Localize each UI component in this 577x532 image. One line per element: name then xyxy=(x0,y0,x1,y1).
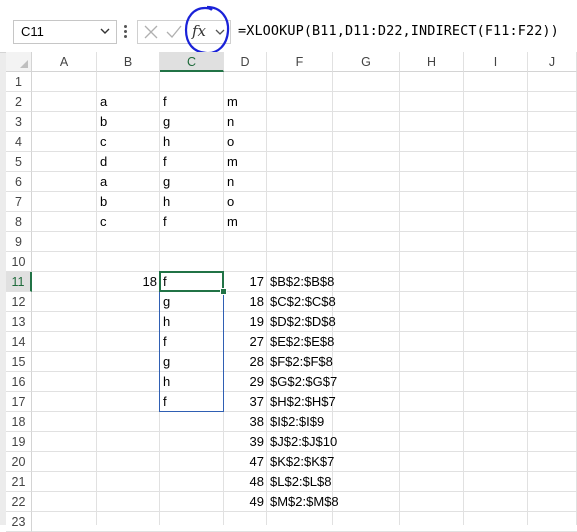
cell-d5[interactable]: m xyxy=(224,152,270,172)
cell-d4[interactable]: o xyxy=(224,132,270,152)
cell-f14[interactable]: $E$2:$E$8 xyxy=(267,332,336,352)
row-header-12[interactable]: 12 xyxy=(6,292,32,312)
cell-d14[interactable]: 27 xyxy=(224,332,267,352)
column-header-i[interactable]: I xyxy=(464,52,528,72)
cell-f12[interactable]: $C$2:$C$8 xyxy=(267,292,336,312)
cell-c6[interactable]: g xyxy=(160,172,227,192)
cell-d17[interactable]: 37 xyxy=(224,392,267,412)
cell-d8[interactable]: m xyxy=(224,212,270,232)
gridline xyxy=(527,72,528,525)
cell-d18[interactable]: 38 xyxy=(224,412,267,432)
cell-d6[interactable]: n xyxy=(224,172,270,192)
column-header-a[interactable]: A xyxy=(32,52,97,72)
row-header-3[interactable]: 3 xyxy=(6,112,32,132)
row-header-16[interactable]: 16 xyxy=(6,372,32,392)
cell-b6[interactable]: a xyxy=(97,172,163,192)
cell-d13[interactable]: 19 xyxy=(224,312,267,332)
cell-d19[interactable]: 39 xyxy=(224,432,267,452)
row-header-14[interactable]: 14 xyxy=(6,332,32,352)
cell-f21[interactable]: $L$2:$L$8 xyxy=(267,472,336,492)
row-header-10[interactable]: 10 xyxy=(6,252,32,272)
cell-f18[interactable]: $I$2:$I$9 xyxy=(267,412,336,432)
cell-b7[interactable]: b xyxy=(97,192,163,212)
cell-b4[interactable]: c xyxy=(97,132,163,152)
cell-f20[interactable]: $K$2:$K$7 xyxy=(267,452,336,472)
row-header-22[interactable]: 22 xyxy=(6,492,32,512)
cell-d16[interactable]: 29 xyxy=(224,372,267,392)
cell-b2[interactable]: a xyxy=(97,92,163,112)
cell-d12[interactable]: 18 xyxy=(224,292,267,312)
row-header-2[interactable]: 2 xyxy=(6,92,32,112)
row-header-20[interactable]: 20 xyxy=(6,452,32,472)
row-header-18[interactable]: 18 xyxy=(6,412,32,432)
fill-handle[interactable] xyxy=(220,288,227,295)
gridline xyxy=(399,72,400,525)
enter-check-icon[interactable] xyxy=(166,25,182,39)
formula-bar: C11 fx =XLOOKUP(B11,D11:D22,INDIRECT(F11… xyxy=(0,0,577,55)
cell-f22[interactable]: $M$2:$M$8 xyxy=(267,492,339,512)
cell-f19[interactable]: $J$2:$J$10 xyxy=(267,432,337,452)
cell-f11[interactable]: $B$2:$B$8 xyxy=(267,272,336,292)
cell-c4[interactable]: h xyxy=(160,132,227,152)
row-header-5[interactable]: 5 xyxy=(6,152,32,172)
row-header-15[interactable]: 15 xyxy=(6,352,32,372)
cell-d21[interactable]: 48 xyxy=(224,472,267,492)
cancel-icon[interactable] xyxy=(144,25,158,39)
cell-c8[interactable]: f xyxy=(160,212,227,232)
cell-d22[interactable]: 49 xyxy=(224,492,267,512)
cell-f17[interactable]: $H$2:$H$7 xyxy=(267,392,336,412)
chevron-down-icon[interactable] xyxy=(100,28,110,35)
cell-d7[interactable]: o xyxy=(224,192,270,212)
select-all-button[interactable] xyxy=(6,52,32,72)
column-header-c[interactable]: C xyxy=(160,52,224,72)
row-header-8[interactable]: 8 xyxy=(6,212,32,232)
cell-b5[interactable]: d xyxy=(97,152,163,172)
cell-d11[interactable]: 17 xyxy=(224,272,267,292)
cell-d15[interactable]: 28 xyxy=(224,352,267,372)
cell-d20[interactable]: 47 xyxy=(224,452,267,472)
row-header-17[interactable]: 17 xyxy=(6,392,32,412)
cell-c3[interactable]: g xyxy=(160,112,227,132)
cell-b3[interactable]: b xyxy=(97,112,163,132)
cell-f15[interactable]: $F$2:$F$8 xyxy=(267,352,336,372)
gridline xyxy=(463,72,464,525)
row-header-19[interactable]: 19 xyxy=(6,432,32,452)
cell-b8[interactable]: c xyxy=(97,212,163,232)
spreadsheet-grid: A B C D F G H I J 1 2 3 4 5 6 7 8 9 10 11 12 13 14 15 16 17 18 19 20… xyxy=(6,52,577,532)
name-box-value: C11 xyxy=(21,24,44,39)
cell-c5[interactable]: f xyxy=(160,152,227,172)
name-box[interactable]: C11 xyxy=(13,20,117,44)
row-header-6[interactable]: 6 xyxy=(6,172,32,192)
row-header-23[interactable]: 23 xyxy=(6,512,32,532)
column-header-f[interactable]: F xyxy=(267,52,333,72)
cell-b11[interactable]: 18 xyxy=(97,272,160,292)
cell-c2[interactable]: f xyxy=(160,92,227,112)
cell-c7[interactable]: h xyxy=(160,192,227,212)
row-header-21[interactable]: 21 xyxy=(6,472,32,492)
cell-d3[interactable]: n xyxy=(224,112,270,132)
active-cell-border xyxy=(159,271,224,292)
row-header-1[interactable]: 1 xyxy=(6,72,32,92)
column-header-h[interactable]: H xyxy=(400,52,464,72)
column-header-j[interactable]: J xyxy=(528,52,577,72)
formula-input[interactable]: =XLOOKUP(B11,D11:D22,INDIRECT(F11:F22)) xyxy=(238,23,559,39)
gridline xyxy=(32,251,577,252)
cell-f13[interactable]: $D$2:$D$8 xyxy=(267,312,336,332)
cell-f16[interactable]: $G$2:$G$7 xyxy=(267,372,337,392)
row-header-7[interactable]: 7 xyxy=(6,192,32,212)
annotation-circle xyxy=(184,5,230,55)
column-header-d[interactable]: D xyxy=(224,52,267,72)
column-header-g[interactable]: G xyxy=(333,52,400,72)
spill-range-border xyxy=(159,271,224,412)
more-options-icon[interactable] xyxy=(124,25,127,39)
row-header-13[interactable]: 13 xyxy=(6,312,32,332)
row-header-11[interactable]: 11 xyxy=(6,272,32,292)
row-header-9[interactable]: 9 xyxy=(6,232,32,252)
cell-d2[interactable]: m xyxy=(224,92,270,112)
column-header-b[interactable]: B xyxy=(97,52,160,72)
row-header-4[interactable]: 4 xyxy=(6,132,32,152)
